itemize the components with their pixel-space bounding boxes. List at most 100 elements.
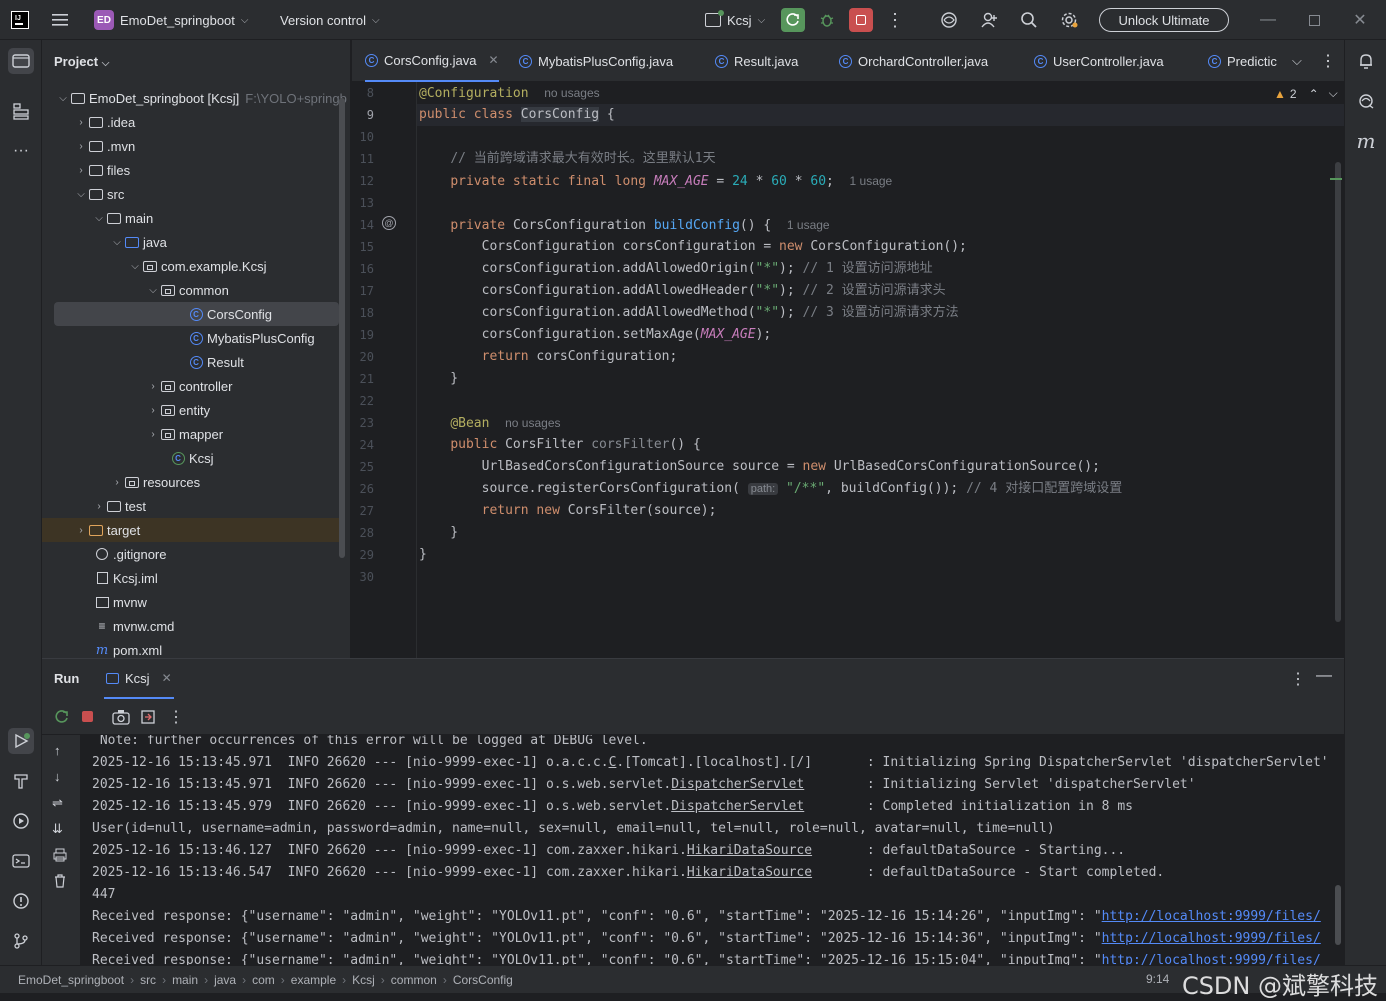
tab-corsconfig[interactable]: C CorsConfig.java ✕ — [365, 40, 499, 82]
override-gutter-icon[interactable]: @ — [382, 216, 396, 230]
tab-orchardcontroller[interactable]: C OrchardController.java — [839, 40, 988, 82]
services-tool-icon[interactable] — [8, 808, 34, 834]
tree-item-gitignore[interactable]: .gitignore — [42, 542, 339, 566]
breadcrumb-item[interactable]: common — [391, 973, 437, 987]
close-tab-icon[interactable]: ✕ — [162, 671, 172, 685]
breadcrumb-item[interactable]: CorsConfig — [453, 973, 513, 987]
inspection-widget[interactable]: ▲ 2 ⌃ ⌵ — [1274, 86, 1338, 101]
git-tool-icon[interactable] — [8, 928, 34, 954]
close-tab-icon[interactable]: ✕ — [489, 53, 499, 67]
structure-tool-icon[interactable] — [8, 98, 34, 124]
tree-item-test[interactable]: › test — [42, 494, 339, 518]
tab-predictic[interactable]: C Predictic — [1208, 40, 1277, 82]
arrow-down-icon[interactable]: ↓ — [54, 769, 61, 784]
tree-item-files[interactable]: › files — [42, 158, 339, 182]
unlock-ultimate-button[interactable]: Unlock Ultimate — [1099, 8, 1229, 32]
tree-item-pom[interactable]: m pom.xml — [42, 638, 339, 658]
exit-icon[interactable] — [140, 709, 156, 725]
run-config-selector[interactable]: Kcsj ⌵ — [705, 0, 765, 40]
vcs-menu[interactable]: Version control ⌵ — [280, 0, 380, 40]
editor-scrollbar[interactable] — [1335, 162, 1341, 622]
main-menu-icon[interactable] — [48, 8, 72, 32]
tree-item-mvnw-cmd[interactable]: ≡ mvnw.cmd — [42, 614, 339, 638]
more-tools-icon[interactable]: ··· — [8, 138, 34, 164]
project-tool-icon[interactable] — [8, 48, 34, 74]
settings-gear-icon[interactable] — [1057, 8, 1081, 32]
run-tool-icon[interactable] — [8, 728, 34, 754]
run-tab-kcsj[interactable]: Kcsj ✕ — [104, 659, 174, 699]
tree-item-mapper[interactable]: › mapper — [42, 422, 339, 446]
project-switcher[interactable]: ED EmoDet_springboot ⌵ — [94, 0, 249, 40]
tree-item-mybatisplusconfig[interactable]: C MybatisPlusConfig — [42, 326, 339, 350]
tree-item-src[interactable]: ⌵ src — [42, 182, 339, 206]
tree-item-package[interactable]: ⌵ com.example.Kcsj — [42, 254, 339, 278]
tab-result[interactable]: C Result.java — [715, 40, 798, 82]
console-line: User(id=null, username=admin, password=a… — [92, 821, 1055, 836]
rerun-button[interactable] — [781, 8, 805, 32]
project-scrollbar[interactable] — [339, 98, 345, 558]
breadcrumb-item[interactable]: com — [252, 973, 275, 987]
scroll-to-end-icon[interactable]: ⇊ — [52, 821, 63, 837]
terminal-tool-icon[interactable] — [8, 848, 34, 874]
tree-item-label: target — [107, 522, 141, 538]
line-number: 17 — [359, 284, 374, 298]
tree-item-resources[interactable]: › resources — [42, 470, 339, 494]
chevron-down-icon[interactable]: ⌵ — [1329, 86, 1338, 101]
console-output[interactable]: Note: further occurrences of this error … — [80, 735, 1344, 966]
tree-item-java[interactable]: ⌵ java — [42, 230, 339, 254]
rerun-icon[interactable] — [54, 709, 70, 725]
print-icon[interactable] — [52, 847, 68, 863]
run-more-icon[interactable]: ⋮ — [1290, 669, 1306, 689]
tree-item-result[interactable]: C Result — [42, 350, 339, 374]
problems-tool-icon[interactable] — [8, 888, 34, 914]
console-scrollbar[interactable] — [1335, 885, 1341, 945]
stop-button[interactable] — [849, 8, 873, 32]
tab-usercontroller[interactable]: C UserController.java — [1034, 40, 1164, 82]
tree-item-mvnw[interactable]: mvnw — [42, 590, 339, 614]
tree-item-corsconfig[interactable]: C CorsConfig — [54, 302, 339, 326]
minimize-icon[interactable]: — — [1256, 8, 1280, 32]
breadcrumb-item[interactable]: example — [291, 973, 336, 987]
tree-item-kcsj[interactable]: C Kcsj — [42, 446, 339, 470]
tabs-more-icon[interactable]: ⋮ — [1320, 40, 1336, 82]
trash-icon[interactable] — [52, 873, 68, 889]
search-icon[interactable] — [1017, 8, 1041, 32]
breadcrumb-item[interactable]: main — [172, 973, 198, 987]
tree-item-controller[interactable]: › controller — [42, 374, 339, 398]
line-number: 16 — [359, 262, 374, 276]
tree-item-main[interactable]: ⌵ main — [42, 206, 339, 230]
tree-item-common[interactable]: ⌵ common — [42, 278, 339, 302]
breadcrumb-item[interactable]: java — [214, 973, 236, 987]
ai-assistant-icon[interactable] — [937, 8, 961, 32]
notifications-icon[interactable] — [1353, 48, 1379, 74]
tab-mybatisplusconfig[interactable]: C MybatisPlusConfig.java — [519, 40, 673, 82]
breadcrumb-item[interactable]: EmoDet_springboot — [18, 973, 124, 987]
tree-item-entity[interactable]: › entity — [42, 398, 339, 422]
close-icon[interactable]: ✕ — [1348, 8, 1372, 32]
build-tool-icon[interactable] — [8, 768, 34, 794]
tree-item-idea[interactable]: › .idea — [42, 110, 339, 134]
tree-item-mvn[interactable]: › .mvn — [42, 134, 339, 158]
tree-root[interactable]: ⌵ EmoDet_springboot [Kcsj] F:\YOLO+sprin… — [42, 86, 347, 110]
maven-icon[interactable]: m — [1353, 128, 1379, 154]
arrow-up-icon[interactable]: ↑ — [54, 743, 61, 758]
breadcrumb-item[interactable]: src — [140, 973, 156, 987]
stop-icon[interactable] — [82, 711, 93, 722]
camera-icon[interactable] — [112, 709, 130, 725]
more-icon[interactable]: ⋮ — [883, 8, 907, 32]
ai-chat-icon[interactable] — [1353, 88, 1379, 114]
chevron-up-icon[interactable]: ⌃ — [1309, 87, 1319, 101]
breadcrumb-item[interactable]: Kcsj — [352, 973, 375, 987]
tabs-overflow-chevron-icon[interactable]: ⌵ — [1292, 40, 1302, 82]
tree-item-target[interactable]: › target — [42, 518, 339, 542]
debug-icon[interactable] — [815, 8, 839, 32]
run-toolbar-more-icon[interactable]: ⋮ — [168, 707, 184, 727]
project-panel-header[interactable]: Project ⌵ — [54, 54, 109, 69]
maximize-icon[interactable] — [1302, 8, 1326, 32]
code-editor[interactable]: 8 9 10 11 12 13 14 15 16 17 18 19 20 21 22 23 24 25 26 27 28… — [352, 82, 1344, 658]
add-user-icon[interactable] — [977, 8, 1001, 32]
soft-wrap-icon[interactable]: ⇌ — [52, 795, 63, 811]
tree-item-kcsj-iml[interactable]: Kcsj.iml — [42, 566, 339, 590]
cursor-position[interactable]: 9:14 — [1146, 972, 1169, 986]
hide-panel-icon[interactable]: — — [1316, 667, 1332, 685]
